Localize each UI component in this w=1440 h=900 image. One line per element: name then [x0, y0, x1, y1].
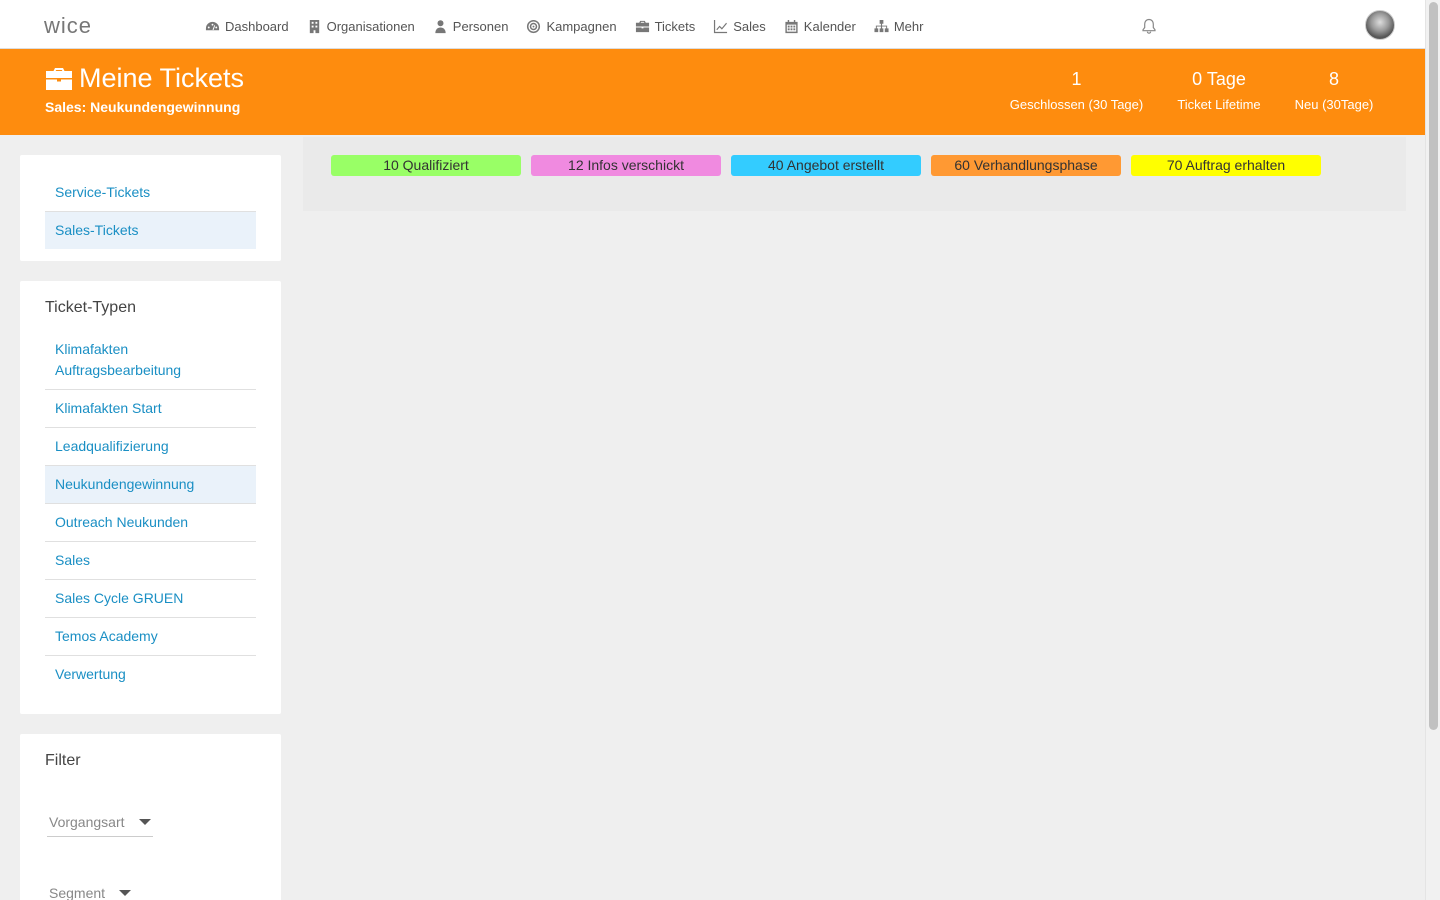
nav-organisationen-label: Organisationen: [326, 18, 415, 34]
nav-dashboard-label: Dashboard: [225, 18, 289, 34]
building-icon: [309, 19, 319, 33]
chart-line-icon: [714, 19, 728, 33]
stage-auftrag-erhalten[interactable]: 70 Auftrag erhalten: [1131, 155, 1321, 176]
dashboard-icon: [205, 21, 220, 30]
sitemap-icon: [874, 19, 889, 32]
sidebar-item-klimafakten-start[interactable]: Klimafakten Start: [45, 390, 256, 428]
briefcase-icon: [46, 67, 72, 90]
nav-dashboard[interactable]: Dashboard: [205, 19, 289, 34]
sidebar-item-outreach-neukunden[interactable]: Outreach Neukunden: [45, 504, 256, 542]
page-title-text: Meine Tickets: [79, 63, 245, 93]
stat-value: 1: [1071, 69, 1082, 89]
person-icon: [435, 19, 446, 33]
stat-geschlossen: 1 Geschlossen (30 Tage): [1008, 69, 1145, 112]
page-title: Meine Tickets: [45, 63, 244, 94]
stage-angebot-erstellt[interactable]: 40 Angebot erstellt: [731, 155, 921, 176]
nav-sales-label: Sales: [733, 18, 766, 34]
stat-neu: 8 Neu (30Tage): [1292, 69, 1376, 112]
notification-bell-icon[interactable]: [1141, 18, 1157, 34]
stage-infos-verschickt[interactable]: 12 Infos verschickt: [531, 155, 721, 176]
stat-ticket-lifetime: 0 Tage Ticket Lifetime: [1174, 69, 1264, 112]
nav-mehr[interactable]: Mehr: [874, 18, 924, 34]
stat-label: Ticket Lifetime: [1177, 97, 1261, 112]
stage-qualifiziert[interactable]: 10 Qualifiziert: [331, 155, 521, 176]
nav-kalender[interactable]: Kalender: [784, 19, 856, 34]
filter-title: Filter: [45, 752, 81, 769]
sidebar-item-neukundengewinnung[interactable]: Neukundengewinnung: [45, 466, 256, 504]
vorgangsart-select[interactable]: Vorgangsart: [47, 810, 153, 837]
nav-kampagnen[interactable]: Kampagnen: [526, 18, 617, 34]
sidebar-item-temos-academy[interactable]: Temos Academy: [45, 618, 256, 656]
scrollbar-thumb[interactable]: [1429, 2, 1438, 730]
stat-label: Neu (30Tage): [1294, 97, 1374, 112]
main-menu: Dashboard Organisationen Personen Kampag…: [205, 0, 941, 52]
sidebar-item-verwertung[interactable]: Verwertung: [45, 656, 256, 693]
page-header: Meine Tickets Sales: Neukundengewinnung …: [0, 49, 1425, 135]
stat-label: Geschlossen (30 Tage): [1009, 97, 1144, 112]
sidebar-item-sales[interactable]: Sales: [45, 542, 256, 580]
nav-tickets[interactable]: Tickets: [635, 18, 696, 34]
nav-personen[interactable]: Personen: [433, 18, 509, 34]
target-icon: [527, 19, 541, 33]
top-nav: wice Dashboard Organisationen Personen K…: [0, 0, 1425, 49]
user-avatar[interactable]: [1365, 10, 1395, 40]
sidebar-item-sales-cycle-gruen[interactable]: Sales Cycle GRUEN: [45, 580, 256, 618]
page-scrollbar[interactable]: [1425, 0, 1440, 900]
briefcase-icon: [635, 20, 649, 32]
vorgangsart-select-label: Vorgangsart: [49, 814, 125, 830]
nav-kampagnen-label: Kampagnen: [546, 18, 617, 34]
nav-personen-label: Personen: [452, 18, 509, 34]
segment-select[interactable]: Segment: [47, 881, 133, 900]
nav-tickets-label: Tickets: [654, 18, 696, 34]
stage-verhandlungsphase[interactable]: 60 Verhandlungsphase: [931, 155, 1121, 176]
stat-value: 8: [1328, 69, 1339, 89]
sidebar-item-sales-tickets[interactable]: Sales-Tickets: [45, 212, 256, 249]
wice-logo[interactable]: wice: [44, 14, 112, 38]
caret-down-icon: [138, 819, 151, 825]
caret-down-icon: [119, 890, 132, 896]
sidebar-item-leadqualifizierung[interactable]: Leadqualifizierung: [45, 428, 256, 466]
stat-value: 0 Tage: [1192, 69, 1246, 89]
nav-kalender-label: Kalender: [803, 18, 856, 34]
sidebar-item-klimafakten-auftragsbearbeitung[interactable]: Klimafakten Auftragsbearbeitung: [45, 331, 256, 390]
ticket-types-title: Ticket-Typen: [45, 299, 136, 316]
nav-mehr-label: Mehr: [893, 18, 924, 34]
sidebar-item-service-tickets[interactable]: Service-Tickets: [45, 174, 256, 212]
nav-sales[interactable]: Sales: [713, 19, 766, 34]
calendar-icon: [785, 19, 798, 33]
nav-organisationen[interactable]: Organisationen: [307, 19, 415, 34]
filter-card: Filter Vorgangsart Segment: [20, 734, 281, 900]
page-subtitle: Sales: Neukundengewinnung: [45, 99, 241, 115]
ticket-group-card: Service-Tickets Sales-Tickets: [20, 155, 281, 261]
ticket-types-card: Ticket-Typen Klimafakten Auftragsbearbei…: [20, 281, 281, 714]
svg-text:wice: wice: [44, 14, 92, 38]
segment-select-label: Segment: [49, 885, 106, 900]
ticket-board: 10 Qualifiziert 12 Infos verschickt 40 A…: [303, 137, 1406, 211]
